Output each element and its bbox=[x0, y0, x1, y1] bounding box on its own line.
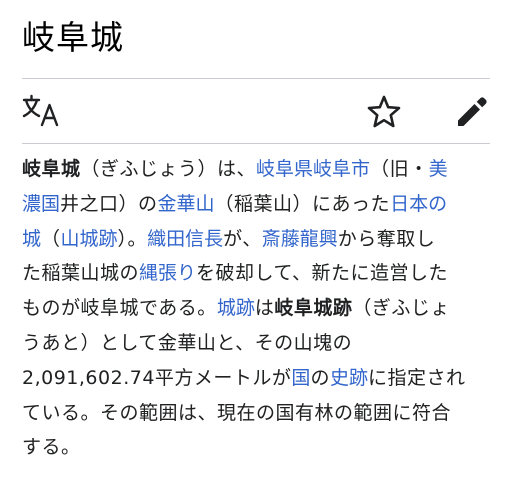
article-link[interactable]: 斎藤龍興 bbox=[262, 228, 338, 250]
body-text: （ぎふじょう）は、 bbox=[80, 158, 257, 180]
body-text: た稲葉山城の bbox=[22, 262, 140, 285]
body-text: （ぎふじょ bbox=[352, 297, 450, 320]
paragraph-line: する。 bbox=[22, 430, 494, 465]
page-title: 岐阜城 bbox=[22, 18, 124, 57]
body-text: 2,091,602.74平方メートルが bbox=[22, 366, 292, 389]
body-text: が、 bbox=[223, 227, 262, 250]
body-text: する。 bbox=[22, 436, 81, 459]
bold-term: 岐阜城跡 bbox=[274, 297, 353, 320]
body-text: ）。 bbox=[117, 227, 148, 250]
star-outline-icon[interactable] bbox=[366, 94, 402, 130]
body-text: （旧・ bbox=[370, 158, 429, 180]
article-link[interactable]: 日本の bbox=[390, 193, 447, 215]
body-text: うあと）として金華山と、その山塊の bbox=[22, 331, 353, 354]
article-link[interactable]: 岐阜県 bbox=[256, 158, 313, 180]
paragraph-line: 岐阜城（ぎふじょう）は、岐阜県岐阜市（旧・美 bbox=[22, 152, 494, 187]
paragraph-line: 2,091,602.74平方メートルが国の史跡に指定され bbox=[22, 361, 494, 396]
body-text: ている。その範囲は、現在の国有林の範囲に符合 bbox=[22, 401, 452, 424]
article-link[interactable]: 縄張り bbox=[139, 262, 196, 284]
toolbar-divider bbox=[22, 143, 490, 144]
body-text: に指定され bbox=[367, 366, 466, 389]
pencil-icon[interactable] bbox=[454, 94, 490, 130]
body-text: の bbox=[310, 366, 330, 389]
translate-icon[interactable] bbox=[22, 94, 60, 128]
body-text: （稲葉山）にあった bbox=[214, 192, 391, 215]
paragraph-line: 城（山城跡）。織田信長が、斎藤龍興から奪取し bbox=[22, 222, 494, 257]
paragraph-line: うあと）として金華山と、その山塊の bbox=[22, 326, 494, 361]
title-divider bbox=[22, 78, 490, 79]
article-link[interactable]: 岐阜市 bbox=[313, 158, 370, 180]
paragraph-line: ものが岐阜城である。城跡は岐阜城跡（ぎふじょ bbox=[22, 291, 494, 326]
paragraph-line: 濃国井之口）の金華山（稲葉山）にあった日本の bbox=[22, 187, 494, 222]
article-link[interactable]: 濃国 bbox=[22, 193, 60, 215]
article-link[interactable]: 国 bbox=[291, 367, 310, 389]
article-link[interactable]: 織田信長 bbox=[147, 228, 223, 250]
article-link[interactable]: 城跡 bbox=[217, 297, 255, 319]
article-body: 岐阜城（ぎふじょう）は、岐阜県岐阜市（旧・美 濃国井之口）の金華山（稲葉山）にあっ… bbox=[22, 152, 494, 465]
article-link[interactable]: 山城跡 bbox=[61, 228, 118, 250]
article-link[interactable]: 金華山 bbox=[158, 193, 215, 215]
paragraph-line: ている。その範囲は、現在の国有林の範囲に符合 bbox=[22, 396, 494, 431]
bold-term: 岐阜城 bbox=[22, 158, 81, 180]
body-text: から奪取し bbox=[337, 227, 436, 250]
body-text: （ bbox=[41, 227, 61, 250]
article-link[interactable]: 城 bbox=[22, 228, 41, 250]
article-link[interactable]: 史跡 bbox=[330, 367, 368, 389]
body-text: ものが岐阜城である。 bbox=[22, 297, 217, 320]
body-text: は bbox=[254, 297, 275, 320]
article-link[interactable]: 美 bbox=[429, 158, 448, 180]
body-text: を破却して、新たに造営した bbox=[196, 262, 449, 285]
paragraph-line: た稲葉山城の縄張りを破却して、新たに造営した bbox=[22, 256, 494, 291]
body-text: 井之口）の bbox=[60, 192, 158, 215]
